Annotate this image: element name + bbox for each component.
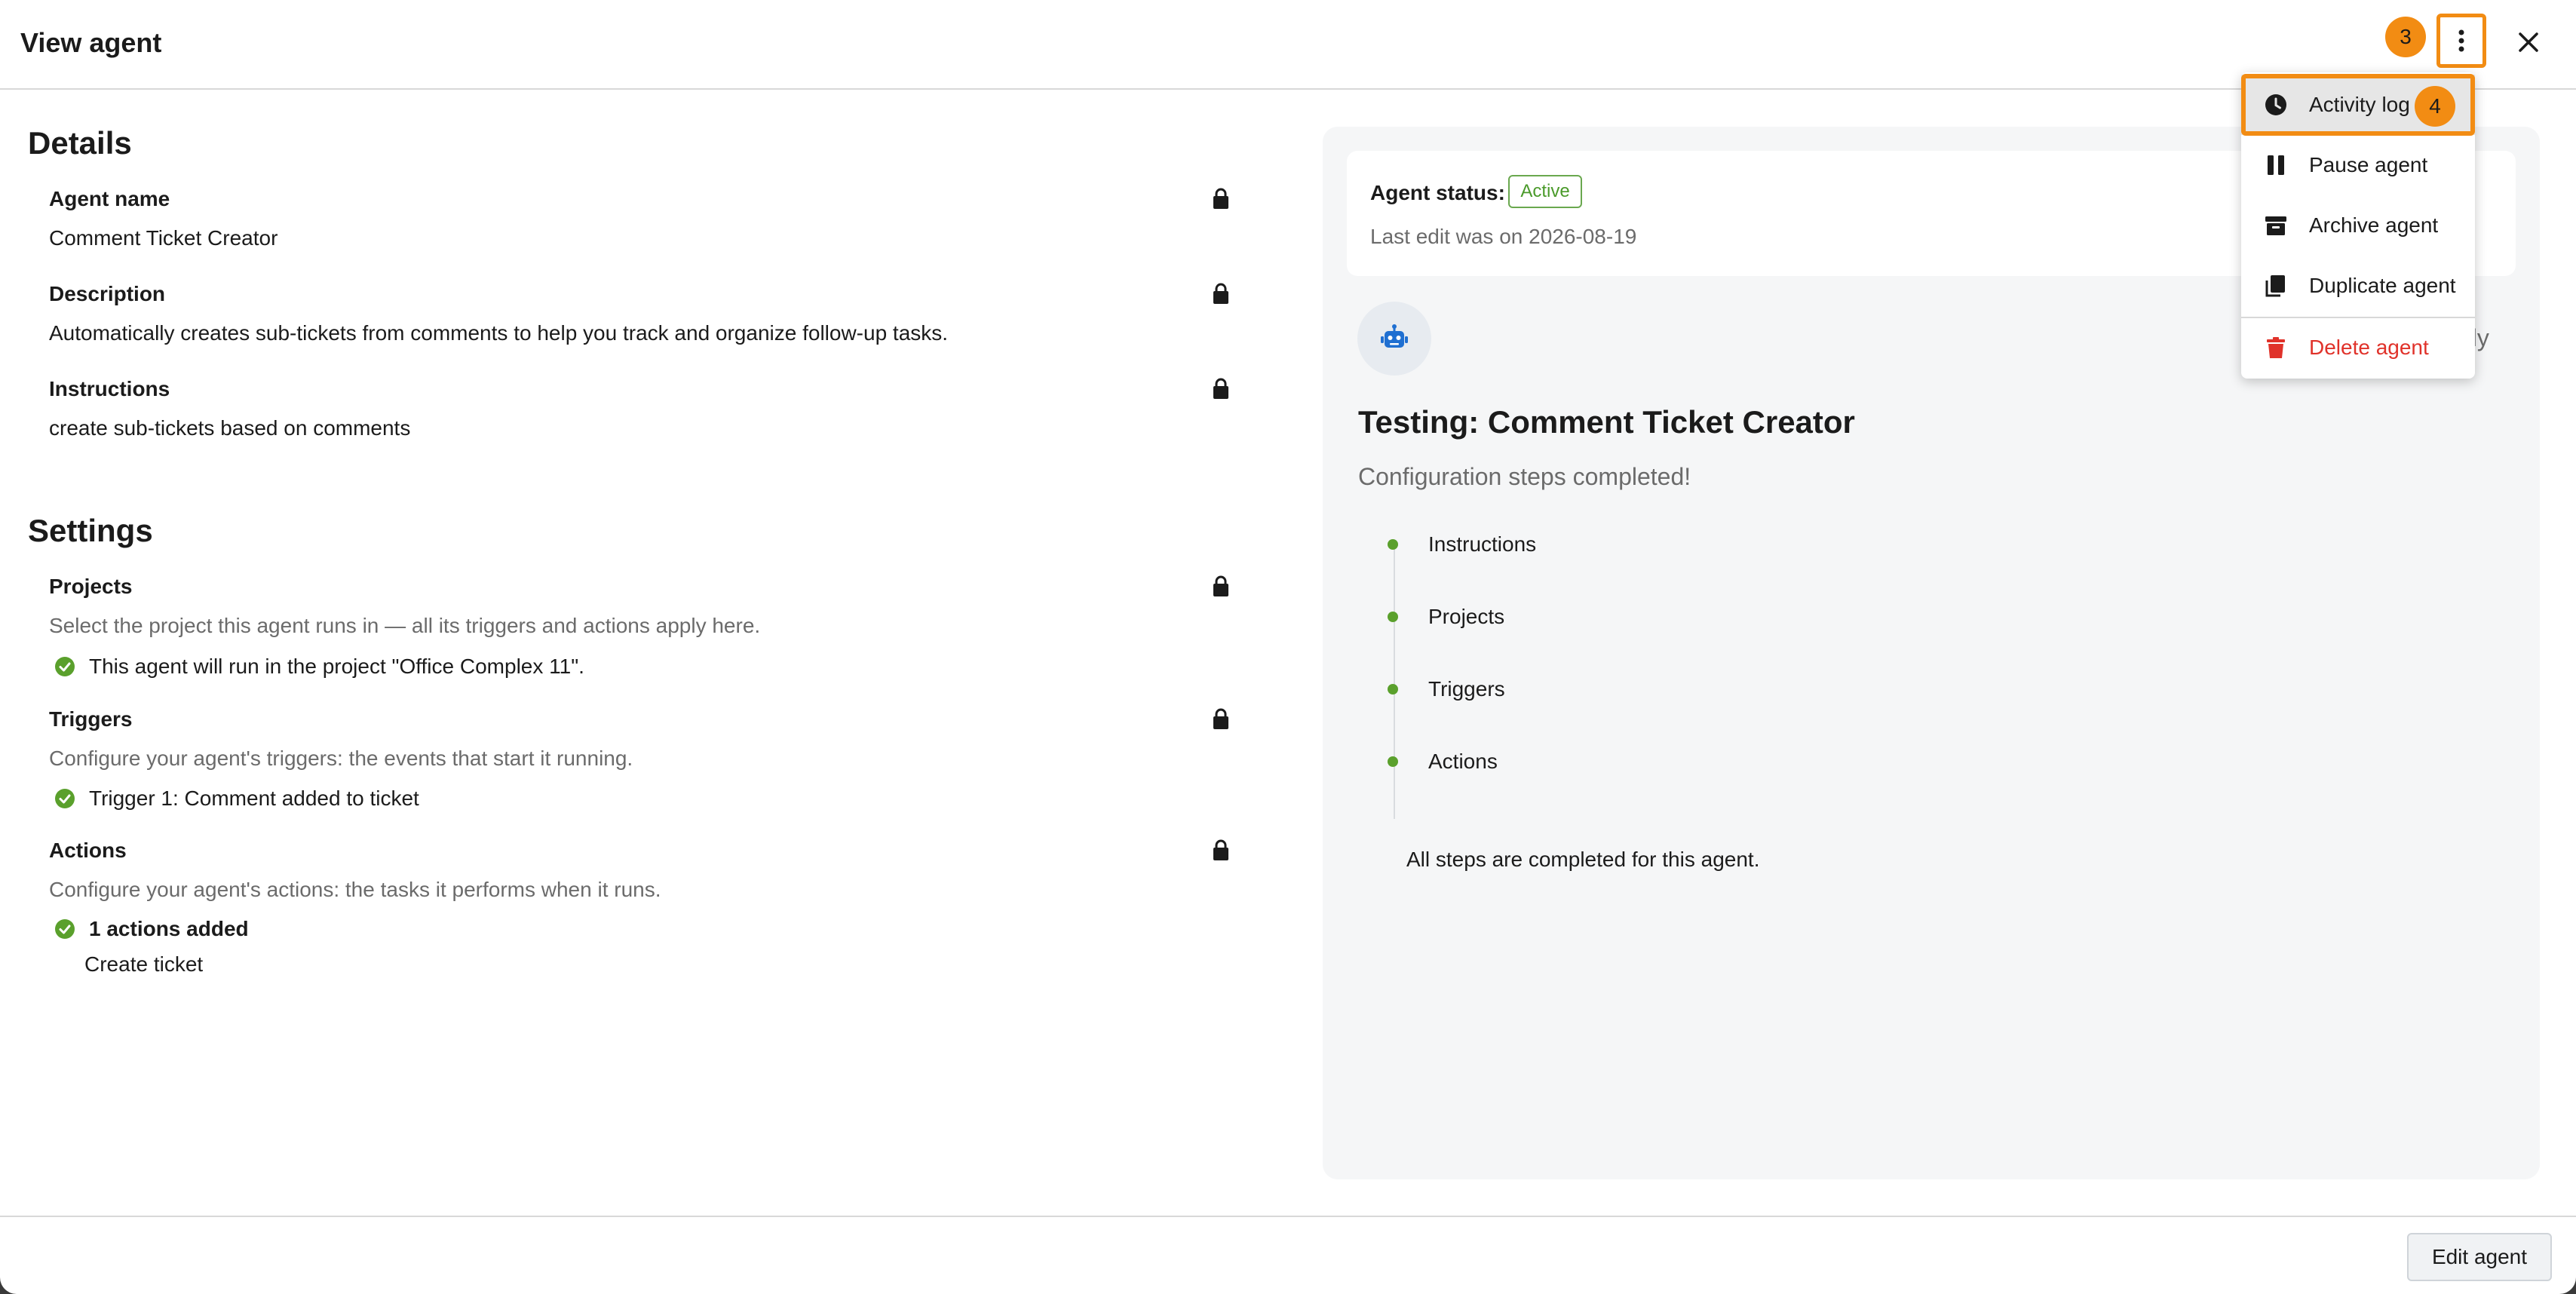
menu-item-delete-agent[interactable]: Delete agent — [2241, 317, 2475, 378]
timeline-step: Actions — [1388, 750, 1498, 774]
step-label: Triggers — [1428, 677, 1505, 701]
close-button[interactable] — [2507, 21, 2550, 63]
page-title: View agent — [20, 27, 162, 58]
annotation-badge-3: 3 — [2385, 17, 2426, 57]
kebab-icon — [2458, 29, 2464, 52]
triggers-help-text: Configure your agent's triggers: the eve… — [49, 747, 633, 770]
trigger-text: Trigger 1: Comment added to ticket — [89, 787, 419, 810]
settings-heading: Settings — [28, 513, 153, 548]
timeline-step: Instructions — [1388, 532, 1536, 557]
menu-item-duplicate-agent[interactable]: Duplicate agent — [2241, 256, 2475, 316]
timeline-step: Projects — [1388, 605, 1504, 629]
check-circle-icon — [55, 919, 75, 939]
actions-count-row: 1 actions added — [54, 917, 249, 941]
menu-item-label: Archive agent — [2309, 213, 2439, 237]
menu-item-pause-agent[interactable]: Pause agent — [2241, 135, 2475, 195]
check-circle-icon — [55, 657, 75, 676]
menu-item-archive-agent[interactable]: Archive agent — [2241, 195, 2475, 256]
step-dot-icon — [1388, 684, 1398, 695]
timeline-step: Triggers — [1388, 677, 1505, 701]
projects-help-text: Select the project this agent runs in — … — [49, 614, 761, 637]
view-agent-window: View agent 3 Details Agent name Comment … — [0, 0, 2576, 1294]
testing-subtitle: Configuration steps completed! — [1358, 463, 1691, 490]
lock-icon — [1213, 575, 1228, 596]
trash-icon — [2264, 336, 2288, 360]
triggers-label: Triggers — [49, 707, 133, 731]
avatar — [1357, 302, 1431, 376]
trigger-row: Trigger 1: Comment added to ticket — [54, 787, 419, 811]
action-item: Create ticket — [84, 952, 204, 976]
step-label: Actions — [1428, 750, 1498, 773]
menu-item-label: Duplicate agent — [2309, 274, 2456, 297]
instructions-label: Instructions — [49, 377, 170, 400]
edit-agent-button[interactable]: Edit agent — [2407, 1233, 2552, 1281]
status-badge: Active — [1508, 175, 1582, 208]
step-dot-icon — [1388, 756, 1398, 767]
copy-icon — [2264, 274, 2288, 298]
agent-name-value: Comment Ticket Creator — [49, 226, 278, 250]
archive-icon — [2264, 213, 2288, 238]
actions-help-text: Configure your agent's actions: the task… — [49, 878, 661, 901]
check-circle-icon — [55, 789, 75, 808]
lock-icon — [1213, 708, 1228, 729]
lock-icon — [1213, 378, 1228, 399]
agent-name-label: Agent name — [49, 187, 170, 210]
description-value: Automatically creates sub-tickets from c… — [49, 321, 949, 345]
details-heading: Details — [28, 125, 132, 161]
step-label: Projects — [1428, 605, 1505, 628]
step-dot-icon — [1388, 612, 1398, 622]
footer-divider — [0, 1216, 2576, 1217]
more-options-button[interactable] — [2436, 14, 2486, 68]
agent-status-label: Agent status: — [1370, 181, 1505, 204]
projects-status-text: This agent will run in the project "Offi… — [89, 655, 584, 678]
annotation-badge-4: 4 — [2415, 86, 2455, 127]
last-edit-text: Last edit was on 2026-08-19 — [1370, 225, 1637, 248]
actions-label: Actions — [49, 839, 127, 862]
lock-icon — [1213, 283, 1228, 304]
projects-status-row: This agent will run in the project "Offi… — [54, 655, 584, 679]
projects-label: Projects — [49, 575, 133, 598]
robot-icon — [1381, 324, 1408, 348]
header-bar: View agent 3 — [0, 0, 2576, 90]
actions-count-text: 1 actions added — [89, 917, 249, 940]
description-label: Description — [49, 282, 166, 305]
testing-title: Testing: Comment Ticket Creator — [1358, 404, 1855, 440]
step-label: Instructions — [1428, 532, 1537, 556]
close-icon — [2519, 32, 2538, 52]
steps-complete-text: All steps are completed for this agent. — [1406, 848, 1760, 871]
menu-item-label: Pause agent — [2309, 153, 2428, 176]
pause-icon — [2264, 153, 2288, 177]
lock-icon — [1213, 188, 1228, 209]
instructions-value: create sub-tickets based on comments — [49, 416, 411, 440]
menu-item-label: Delete agent — [2309, 336, 2429, 359]
lock-icon — [1213, 839, 1228, 860]
step-dot-icon — [1388, 539, 1398, 550]
